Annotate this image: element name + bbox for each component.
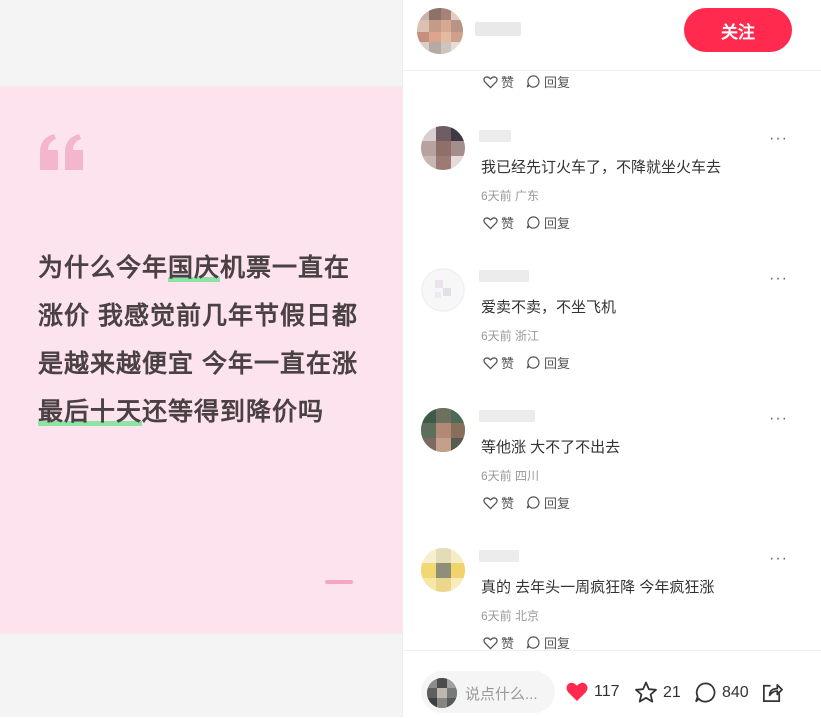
comment-text: 爱卖不卖，不坐飞机: [481, 299, 617, 316]
author-header: 关注: [403, 0, 821, 71]
comment-text: 真的 去年头一周疯狂降 今年疯狂涨: [481, 579, 715, 596]
like-label: 赞: [501, 356, 515, 371]
heart-outline-icon: [483, 216, 498, 230]
like-button[interactable]: 赞: [483, 353, 514, 372]
commenter-avatar[interactable]: [421, 268, 465, 312]
chat-bubble-icon: [526, 216, 540, 229]
star-outline-icon: [635, 681, 657, 703]
heart-outline-icon: [483, 75, 498, 89]
avatar-image: [417, 8, 463, 54]
note-image-panel: 为什么今年国庆机票一直在涨价 我感觉前几年节假日都是越来越便宜 今年一直在涨 最…: [0, 0, 402, 717]
author-name[interactable]: [475, 22, 521, 36]
avatar-image: [421, 126, 465, 170]
heart-outline-icon: [483, 636, 498, 650]
comment-meta: 6天前 北京: [481, 609, 540, 623]
avatar-image: [421, 408, 465, 452]
quote-icon: [40, 134, 83, 170]
chat-bubble-icon: [526, 356, 540, 369]
more-options-button[interactable]: ···: [769, 410, 788, 428]
avatar-image: [427, 678, 457, 708]
comment-actions: 赞 回复: [483, 493, 582, 512]
avatar-image: [421, 268, 465, 312]
like-label: 赞: [501, 216, 515, 231]
avatar-image: [421, 548, 465, 592]
heart-filled-icon: [566, 682, 588, 702]
commenter-name[interactable]: [479, 270, 529, 282]
commenter-name[interactable]: [479, 410, 535, 422]
chat-bubble-icon: [695, 682, 716, 703]
comment-count-button[interactable]: 840: [694, 681, 749, 704]
like-button[interactable]: 赞: [483, 493, 514, 512]
more-options-button[interactable]: ···: [769, 550, 788, 568]
more-options-button[interactable]: ···: [769, 130, 788, 148]
reply-button[interactable]: 回复: [526, 493, 570, 512]
engagement-bar: 说点什么... 117 21 840: [403, 650, 821, 718]
share-button[interactable]: [761, 681, 789, 704]
commenter-name[interactable]: [479, 130, 511, 142]
comment-count: 840: [722, 683, 749, 701]
reply-label: 回复: [544, 496, 571, 511]
comment-meta: 6天前 广东: [481, 189, 540, 203]
like-count: 117: [594, 682, 620, 700]
commenter-avatar[interactable]: [421, 548, 465, 592]
like-count-button[interactable]: 117: [565, 681, 620, 702]
commenter-avatar[interactable]: [421, 408, 465, 452]
heart-outline-icon: [483, 496, 498, 510]
reply-button[interactable]: 回复: [526, 213, 570, 232]
comment-text: 我已经先订火车了，不降就坐火车去: [481, 159, 722, 176]
comment-input-placeholder: 说点什么...: [465, 686, 538, 703]
share-icon: [763, 683, 783, 702]
comment-meta: 6天前 四川: [481, 469, 540, 483]
post-text-highlight: 国庆: [168, 254, 221, 282]
comment-actions: 赞 回复: [483, 213, 582, 232]
reply-label: 回复: [544, 216, 571, 231]
like-label: 赞: [501, 496, 515, 511]
commenter-avatar[interactable]: [421, 126, 465, 170]
reply-button[interactable]: 回复: [526, 72, 570, 91]
comment-input[interactable]: 说点什么...: [421, 671, 555, 713]
my-avatar: [427, 678, 457, 708]
comment-text: 等他涨 大不了不出去: [481, 439, 621, 456]
comment-meta: 6天前 浙江: [481, 329, 540, 343]
like-button[interactable]: 赞: [483, 72, 514, 91]
favorite-count: 21: [663, 683, 681, 701]
post-text-highlight: 最后十天: [38, 398, 143, 426]
comment-actions: 赞 回复: [483, 72, 582, 91]
chat-bubble-icon: [526, 75, 540, 88]
like-button[interactable]: 赞: [483, 213, 514, 232]
more-options-button[interactable]: ···: [769, 270, 788, 288]
reply-button[interactable]: 回复: [526, 353, 570, 372]
reply-label: 回复: [544, 356, 571, 371]
post-text-part: 还等得到降价吗: [142, 398, 325, 426]
comment-actions: 赞 回复: [483, 353, 582, 372]
like-label: 赞: [501, 75, 515, 90]
card-decoration: [325, 580, 353, 584]
reply-label: 回复: [544, 75, 571, 90]
chat-bubble-icon: [526, 496, 540, 509]
author-avatar[interactable]: [417, 8, 463, 54]
chat-bubble-icon: [526, 636, 540, 649]
commenter-name[interactable]: [479, 550, 519, 562]
favorite-count-button[interactable]: 21: [634, 681, 681, 704]
post-text-part: 为什么今年: [38, 254, 169, 282]
comment-panel: 关注 赞 回复 ··· 我已经先订火车了，不降就坐火车去 6天前 广东 赞 回复…: [402, 0, 821, 718]
heart-outline-icon: [483, 356, 498, 370]
follow-button[interactable]: 关注: [684, 8, 792, 52]
post-text: 为什么今年国庆机票一直在涨价 我感觉前几年节假日都是越来越便宜 今年一直在涨 最…: [38, 244, 368, 436]
